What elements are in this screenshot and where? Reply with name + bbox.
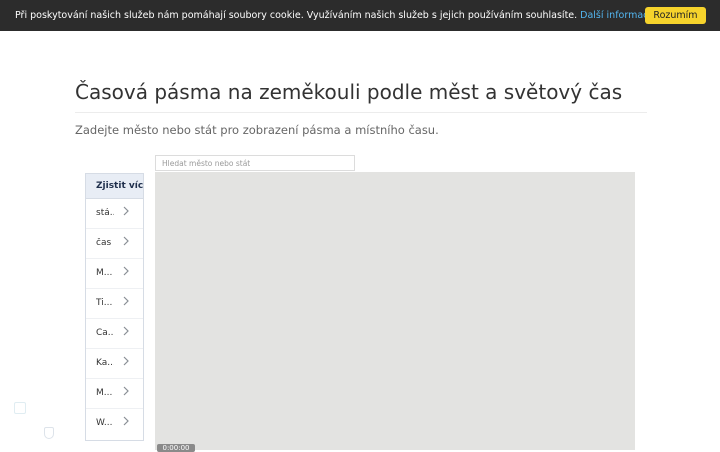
chevron-right-icon <box>123 296 129 306</box>
learn-more-item-label: W... <box>96 418 113 428</box>
learn-more-panel: Zjistit více stá... čas M... Ti... Ča... Ka..… <box>85 173 144 441</box>
learn-more-item-label: Ča... <box>96 328 114 338</box>
learn-more-item[interactable]: čas <box>86 229 143 259</box>
learn-more-item[interactable]: stá... <box>86 199 143 229</box>
page-title: Časová pásma na zeměkouli podle měst a s… <box>75 80 623 104</box>
cookie-accept-button[interactable]: Rozumím <box>645 7 706 24</box>
learn-more-item-label: M... <box>96 388 113 398</box>
intro-text: Zadejte město nebo stát pro zobrazení pá… <box>75 123 439 137</box>
chevron-right-icon <box>123 386 129 396</box>
map-time-label: 0:00:00 <box>157 444 195 452</box>
cookie-message: Při poskytování našich služeb nám pomáha… <box>15 10 654 21</box>
learn-more-header: Zjistit více <box>86 174 143 199</box>
learn-more-item-label: stá... <box>96 208 114 218</box>
widget-icon <box>14 402 26 414</box>
learn-more-item[interactable]: Ka... <box>86 349 143 379</box>
learn-more-item[interactable]: M... <box>86 379 143 409</box>
learn-more-item-label: M... <box>96 268 113 278</box>
world-map[interactable] <box>155 172 635 450</box>
learn-more-list: stá... čas M... Ti... Ča... Ka... M... W... <box>86 199 143 439</box>
shield-icon <box>44 427 54 439</box>
learn-more-item-label: Ti... <box>96 298 113 308</box>
title-divider <box>75 112 647 113</box>
cookie-consent-bar: Při poskytování našich služeb nám pomáha… <box>0 0 720 31</box>
cookie-more-info-link[interactable]: Další informace <box>580 10 654 21</box>
learn-more-item-label: čas <box>96 238 112 248</box>
chevron-right-icon <box>123 326 129 336</box>
chevron-right-icon <box>123 206 129 216</box>
chevron-right-icon <box>123 416 129 426</box>
learn-more-item[interactable]: Ti... <box>86 289 143 319</box>
chevron-right-icon <box>123 236 129 246</box>
map-search-input[interactable] <box>155 155 355 171</box>
chevron-right-icon <box>123 356 129 366</box>
learn-more-item[interactable]: W... <box>86 409 143 439</box>
learn-more-item-label: Ka... <box>96 358 114 368</box>
learn-more-item[interactable]: M... <box>86 259 143 289</box>
chevron-right-icon <box>123 266 129 276</box>
learn-more-item[interactable]: Ča... <box>86 319 143 349</box>
cookie-message-text: Při poskytování našich služeb nám pomáha… <box>15 10 578 21</box>
